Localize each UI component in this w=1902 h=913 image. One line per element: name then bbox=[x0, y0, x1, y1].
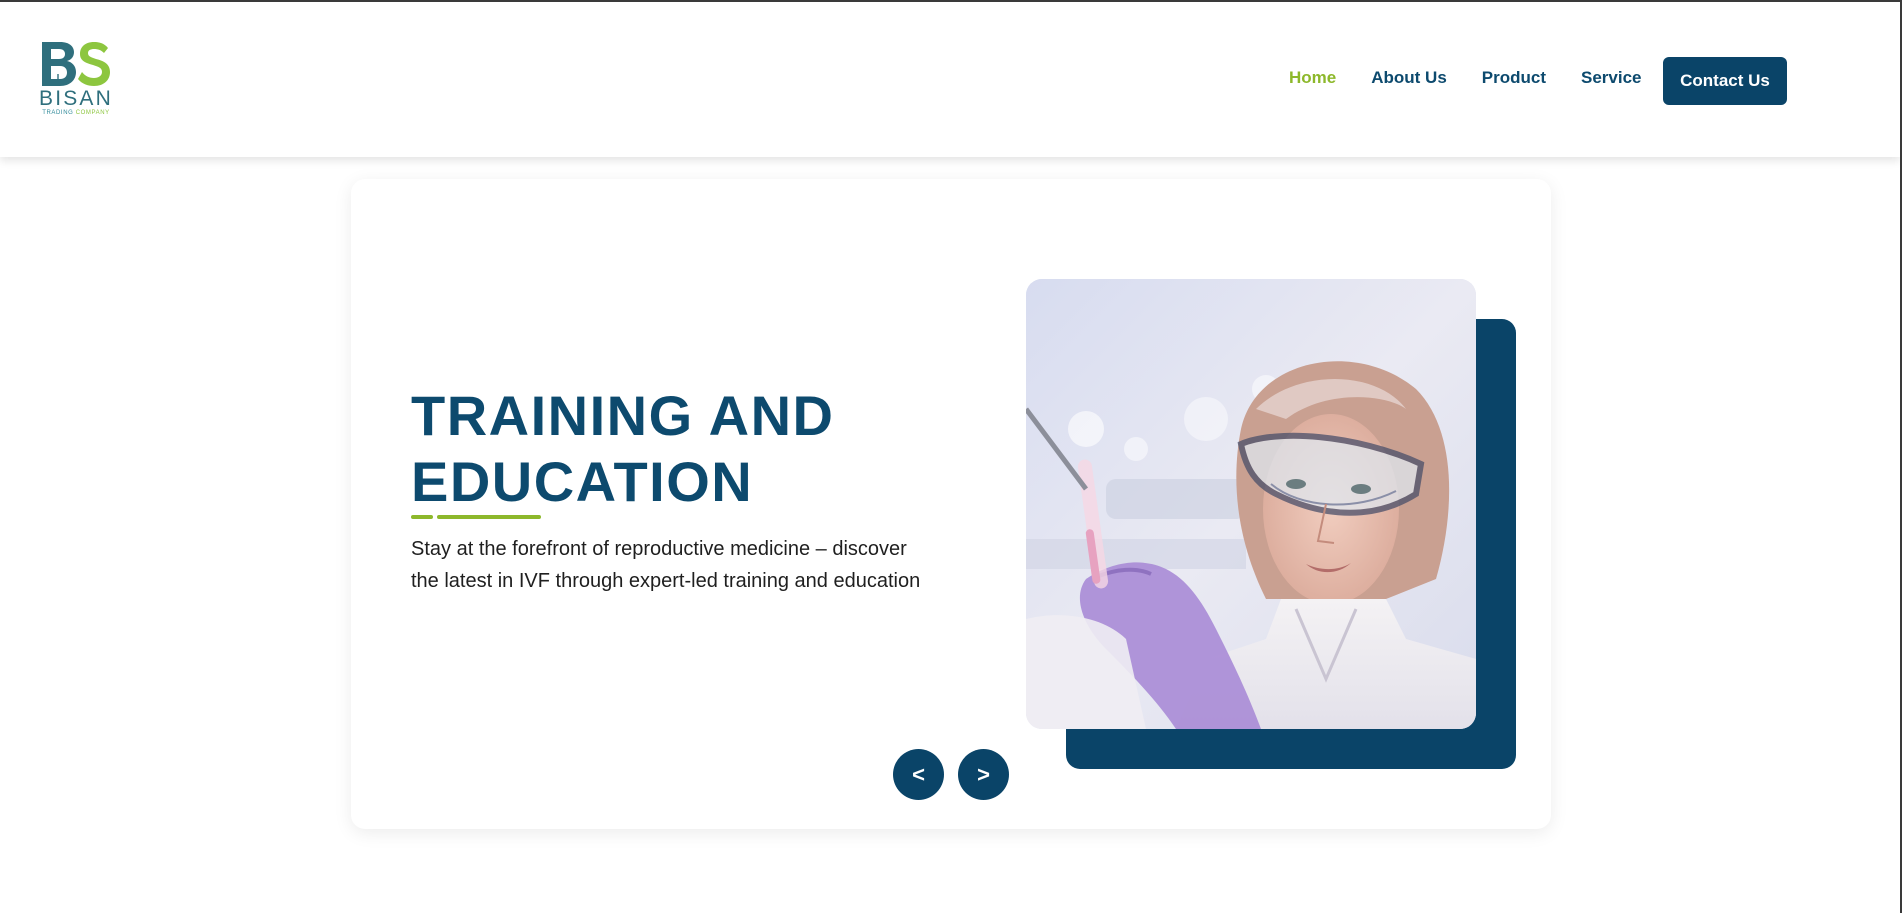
logo-subtitle-part1: TRADING bbox=[42, 110, 74, 116]
underline-long-segment bbox=[437, 515, 541, 519]
page: BISAN TRADING COMPANY Home About Us Prod… bbox=[0, 0, 1902, 913]
logo-subtitle: TRADING COMPANY bbox=[38, 110, 114, 117]
site-header: BISAN TRADING COMPANY Home About Us Prod… bbox=[0, 2, 1900, 157]
slider-prev-button[interactable]: < bbox=[893, 749, 944, 800]
title-underline-decoration bbox=[411, 515, 541, 519]
hero-slide-card: TRAINING AND EDUCATION Stay at the foref… bbox=[351, 179, 1551, 829]
nav-item-product[interactable]: Product bbox=[1482, 68, 1546, 88]
hero-description-line1: Stay at the forefront of reproductive me… bbox=[411, 538, 907, 560]
bisan-logo[interactable]: BISAN TRADING COMPANY bbox=[38, 40, 114, 118]
hero-description-line2: the latest in IVF through expert-led tra… bbox=[411, 570, 921, 592]
logo-subtitle-part2: COMPANY bbox=[75, 110, 110, 116]
nav-item-service[interactable]: Service bbox=[1581, 68, 1642, 88]
underline-short-segment bbox=[411, 515, 433, 519]
hero-title: TRAINING AND EDUCATION bbox=[411, 383, 931, 515]
logo-wordmark: BISAN bbox=[38, 87, 114, 110]
nav-item-home[interactable]: Home bbox=[1289, 68, 1336, 88]
contact-us-button[interactable]: Contact Us bbox=[1663, 57, 1787, 105]
hero-description: Stay at the forefront of reproductive me… bbox=[411, 533, 941, 597]
lab-scientist-photo-icon bbox=[1026, 279, 1476, 729]
hero-title-line1: TRAINING AND bbox=[411, 384, 835, 447]
nav-item-about-us[interactable]: About Us bbox=[1371, 68, 1447, 88]
hero-title-line2: EDUCATION bbox=[411, 450, 754, 513]
logo-mark-icon bbox=[42, 42, 110, 86]
hero-image bbox=[1026, 279, 1476, 729]
slider-next-button[interactable]: > bbox=[958, 749, 1009, 800]
main-nav: Home About Us Product Service bbox=[1289, 68, 1677, 88]
